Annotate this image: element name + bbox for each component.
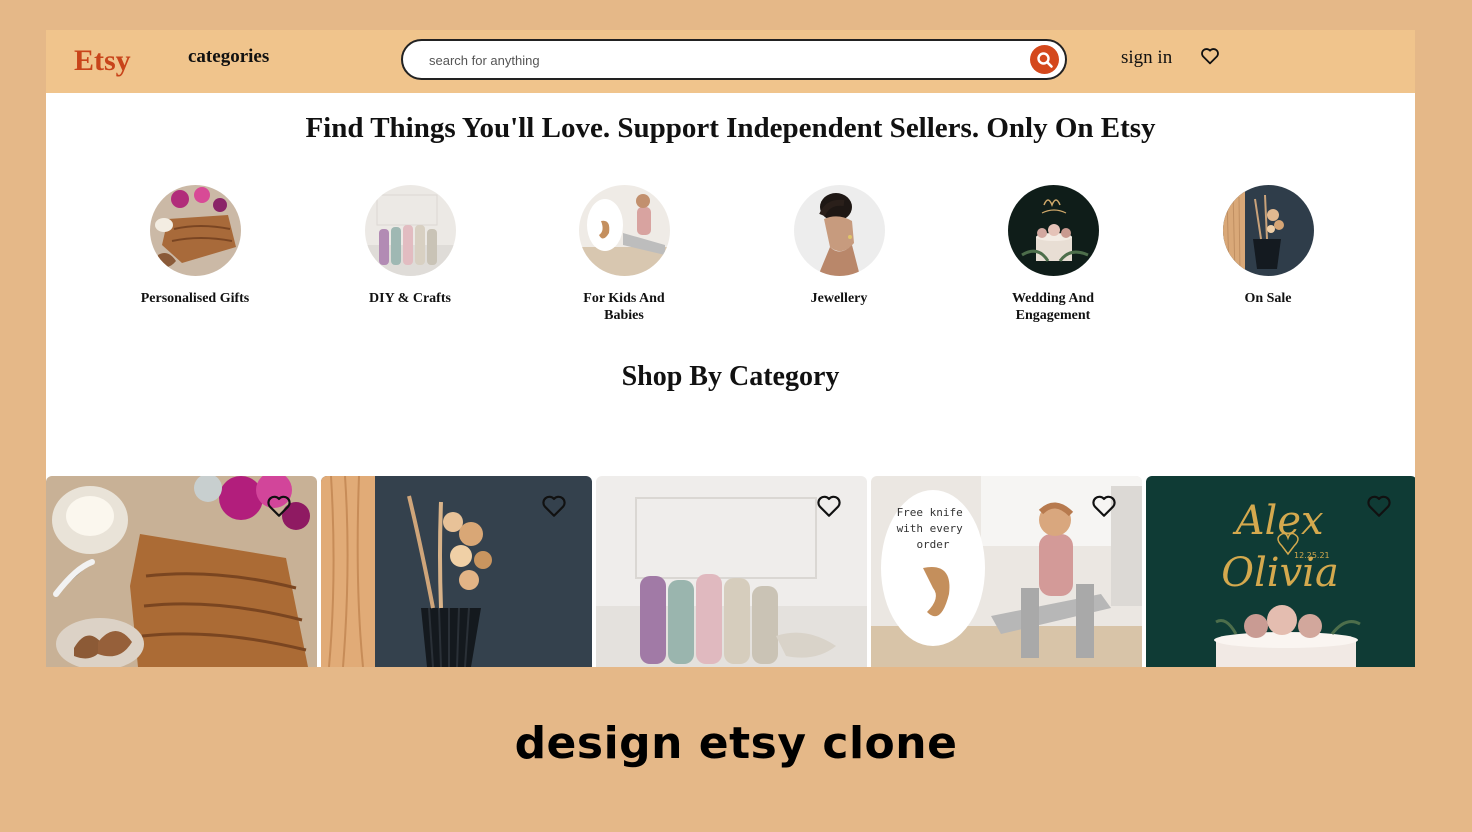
category-image [793,185,885,276]
sign-in-link[interactable]: sign in [1121,47,1172,69]
category-label: Wedding And Engagement [1011,291,1095,323]
category-label: DIY & Crafts [369,291,451,306]
favorites-button[interactable] [1200,47,1220,70]
category-label: Jewellery [810,291,868,306]
category-image [1222,185,1314,276]
category-personalised-gifts[interactable]: Personalised Gifts [115,185,275,307]
etsy-logo[interactable]: Etsy [74,44,131,78]
product-card[interactable] [321,476,592,667]
heart-icon [1092,495,1116,517]
navbar: Etsy categories sign in [46,30,1415,93]
heart-icon [817,495,841,517]
search-icon [1036,51,1053,68]
search-bar [401,39,1067,80]
category-wedding-and-engagement[interactable]: Wedding And Engagement [973,185,1133,324]
category-on-sale[interactable]: On Sale [1188,185,1348,307]
product-card[interactable] [46,476,317,667]
product-card[interactable]: Alex Olivia 12.25.21 [1146,476,1415,667]
category-image [578,185,670,276]
category-diy-crafts[interactable]: DIY & Crafts [330,185,490,307]
search-button[interactable] [1030,45,1059,74]
category-image [364,185,456,276]
caption-text: design etsy clone [514,718,958,769]
heart-icon [267,495,291,517]
category-image [1007,185,1099,276]
heart-icon [542,495,566,517]
svg-text:12.25.21: 12.25.21 [1294,551,1330,560]
shop-by-category-title: Shop By Category [621,361,840,392]
category-for-kids-and-babies[interactable]: For Kids And Babies [544,185,704,324]
category-image [149,185,241,276]
product-card[interactable]: Free knife with every order [871,476,1142,667]
app-window: Etsy categories sign in Find Things You'… [46,30,1415,667]
categories-link[interactable]: categories [188,46,269,68]
favorite-button[interactable] [266,494,292,523]
favorite-button[interactable] [541,494,567,523]
favorite-button[interactable] [1366,494,1392,523]
favorite-button[interactable] [816,494,842,523]
heart-icon [1367,495,1391,517]
favorite-button[interactable] [1091,494,1117,523]
hero-headline: Find Things You'll Love. Support Indepen… [305,112,1156,144]
category-jewellery[interactable]: Jewellery [759,185,919,307]
category-label: On Sale [1244,291,1292,306]
category-label: For Kids And Babies [583,291,665,323]
search-input[interactable] [429,50,1009,70]
category-label: Personalised Gifts [140,291,250,306]
heart-icon [1201,48,1219,65]
product-card[interactable] [596,476,867,667]
